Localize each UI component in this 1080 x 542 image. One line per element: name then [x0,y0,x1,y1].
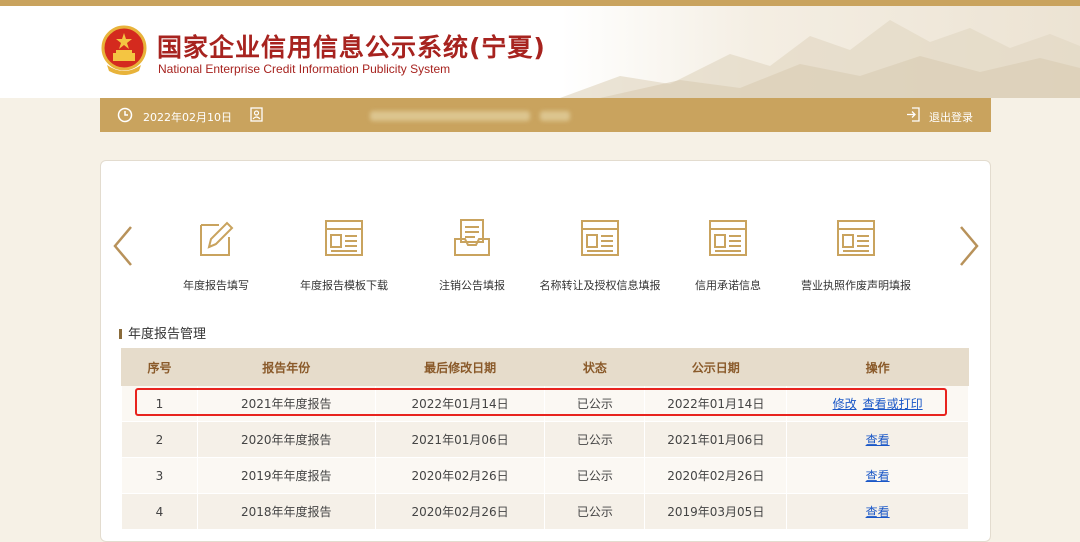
func-label: 信用承诺信息 [695,279,761,292]
table-row: 1 2021年年度报告 2022年01月14日 已公示 2022年01月14日 … [121,385,969,422]
col-header-year: 报告年份 [196,348,376,386]
cell-year: 2018年年度报告 [196,493,376,530]
cell-modified: 2021年01月06日 [374,421,546,458]
carousel-next-icon[interactable] [953,221,983,271]
edit-report-link[interactable]: 修改 [833,397,857,411]
document-template-icon [837,220,875,256]
cell-actions: 查看 [786,421,969,458]
cell-year: 2020年年度报告 [196,421,376,458]
func-label: 年度报告模板下载 [300,279,388,292]
cell-year: 2019年年度报告 [196,457,376,494]
logout-icon[interactable] [906,107,921,122]
redacted-user-info [370,111,530,121]
cell-no: 1 [121,385,198,422]
cell-published: 2021年01月06日 [644,421,788,458]
func-credit-commitment[interactable]: 信用承诺信息 [663,217,793,297]
site-subtitle-en: National Enterprise Credit Information P… [158,62,451,76]
national-emblem-icon [101,25,147,75]
cell-published: 2019年03月05日 [644,493,788,530]
inbox-tray-icon [454,219,490,256]
table-header-row: 序号 报告年份 最后修改日期 状态 公示日期 操作 [121,348,969,386]
cell-status: 已公示 [544,385,646,422]
edit-form-icon [200,221,234,256]
cell-actions: 修改 查看或打印 [786,385,969,422]
view-report-link[interactable]: 查看 [866,469,890,483]
func-cancellation-notice[interactable]: 注销公告填报 [407,217,537,297]
cell-modified: 2020年02月26日 [374,457,546,494]
func-label: 注销公告填报 [439,279,505,292]
clock-icon [117,107,133,123]
document-template-icon [325,220,363,256]
section-title-text: 年度报告管理 [128,327,207,342]
document-template-icon [709,220,747,256]
func-template-download[interactable]: 年度报告模板下载 [279,217,409,297]
cell-no: 4 [121,493,198,530]
cell-no: 2 [121,421,198,458]
site-header: 国家企业信用信息公示系统(宁夏) National Enterprise Cre… [0,6,1080,98]
col-header-no: 序号 [121,348,198,386]
table-row: 4 2018年年度报告 2020年02月26日 已公示 2019年03月05日 … [121,493,969,530]
cell-modified: 2022年01月14日 [374,385,546,422]
cell-actions: 查看 [786,457,969,494]
document-template-icon [581,220,619,256]
func-annual-report-fill[interactable]: 年度报告填写 [151,217,281,297]
cell-status: 已公示 [544,421,646,458]
annual-report-table: 序号 报告年份 最后修改日期 状态 公示日期 操作 1 2021年年度报告 20… [121,348,969,530]
cell-no: 3 [121,457,198,494]
func-name-transfer[interactable]: 名称转让及授权信息填报 [535,217,665,297]
user-card-icon [250,107,263,122]
view-report-link[interactable]: 查看 [866,505,890,519]
view-print-report-link[interactable]: 查看或打印 [863,397,923,411]
section-marker [119,329,122,339]
logout-button[interactable]: 退出登录 [929,109,973,125]
col-header-actions: 操作 [786,348,969,386]
cell-published: 2020年02月26日 [644,457,788,494]
redacted-user-info-extra [540,111,570,121]
func-label: 年度报告填写 [183,279,249,292]
carousel-prev-icon[interactable] [109,221,139,271]
cell-modified: 2020年02月26日 [374,493,546,530]
table-row: 3 2019年年度报告 2020年02月26日 已公示 2020年02月26日 … [121,457,969,494]
cell-actions: 查看 [786,493,969,530]
table-row: 2 2020年年度报告 2021年01月06日 已公示 2021年01月06日 … [121,421,969,458]
col-header-published: 公示日期 [644,348,788,386]
section-title: 年度报告管理 [119,323,206,342]
func-license-void[interactable]: 营业执照作废声明填报 [791,217,921,297]
cell-status: 已公示 [544,493,646,530]
mountain-decoration [560,20,1080,98]
current-date: 2022年02月10日 [143,111,232,124]
cell-status: 已公示 [544,457,646,494]
user-info-bar: 2022年02月10日 退出登录 [100,98,991,132]
view-report-link[interactable]: 查看 [866,433,890,447]
func-label: 名称转让及授权信息填报 [539,279,661,292]
main-panel: 年度报告填写 年度报告模板下载 注销公告填报 名称转让及授权信息填报 信用承诺信… [100,160,991,542]
func-label: 营业执照作废声明填报 [801,279,911,292]
col-header-modified: 最后修改日期 [374,348,546,386]
site-title: 国家企业信用信息公示系统(宁夏) [157,33,546,62]
col-header-status: 状态 [544,348,646,386]
cell-year: 2021年年度报告 [196,385,376,422]
cell-published: 2022年01月14日 [644,385,788,422]
